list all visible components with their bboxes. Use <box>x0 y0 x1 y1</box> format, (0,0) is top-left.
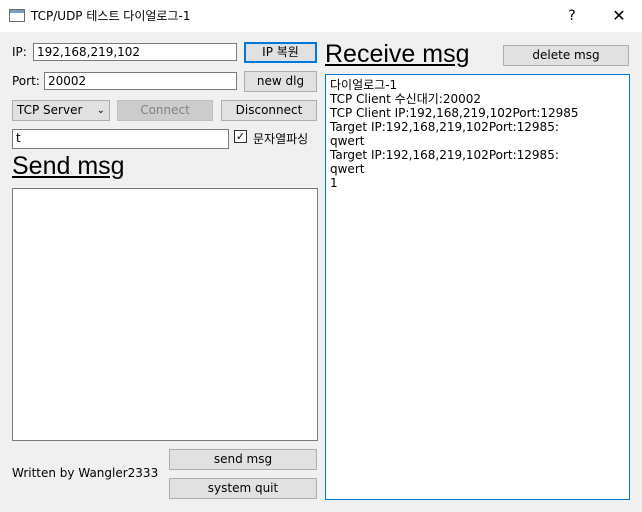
parse-checkbox[interactable]: ✓ <box>234 130 247 143</box>
receive-line: 1 <box>330 176 338 190</box>
send-heading: Send msg <box>12 152 125 180</box>
receive-line: Target IP:192,168,219,102Port:12985: <box>330 148 559 162</box>
send-message-textarea[interactable] <box>12 188 318 441</box>
new-dlg-button[interactable]: new dlg <box>244 71 317 92</box>
delete-msg-button[interactable]: delete msg <box>503 45 629 66</box>
connect-button[interactable]: Connect <box>117 100 213 121</box>
ip-input[interactable]: 192,168,219,102 <box>33 43 237 61</box>
disconnect-button[interactable]: Disconnect <box>221 100 317 121</box>
port-label: Port: <box>12 74 40 88</box>
system-quit-button[interactable]: system quit <box>169 478 317 499</box>
ip-restore-button[interactable]: IP 복원 <box>244 42 317 63</box>
dialog-window: TCP/UDP 테스트 다이얼로그-1 ? ✕ IP: 192,168,219,… <box>0 0 642 512</box>
receive-line: TCP Client IP:192,168,219,102Port:12985 <box>330 106 579 120</box>
receive-line: qwert <box>330 162 365 176</box>
receive-message-box[interactable]: 다이얼로그-1 TCP Client 수신대기:20002 TCP Client… <box>325 74 630 500</box>
port-input[interactable]: 20002 <box>44 72 237 90</box>
receive-heading: Receive msg <box>325 40 470 68</box>
mode-select-value: TCP Server <box>17 103 83 117</box>
title-bar[interactable]: TCP/UDP 테스트 다이얼로그-1 ? ✕ <box>0 0 642 32</box>
window-title: TCP/UDP 테스트 다이얼로그-1 <box>31 9 191 23</box>
window-icon <box>9 9 25 22</box>
parse-checkbox-label[interactable]: 문자열파싱 <box>253 130 308 147</box>
author-text: Written by Wangler2333 <box>12 466 159 480</box>
receive-line: TCP Client 수신대기:20002 <box>330 92 481 106</box>
parse-input[interactable]: t <box>12 129 229 149</box>
receive-line: qwert <box>330 134 365 148</box>
help-button[interactable]: ? <box>549 0 595 32</box>
close-button[interactable]: ✕ <box>596 0 642 32</box>
chevron-down-icon: ⌄ <box>96 105 105 116</box>
ip-label: IP: <box>12 45 27 59</box>
receive-line: Target IP:192,168,219,102Port:12985: <box>330 120 559 134</box>
receive-line: 다이얼로그-1 <box>330 78 398 92</box>
send-msg-button[interactable]: send msg <box>169 449 317 470</box>
mode-select[interactable]: TCP Server ⌄ <box>12 100 110 121</box>
